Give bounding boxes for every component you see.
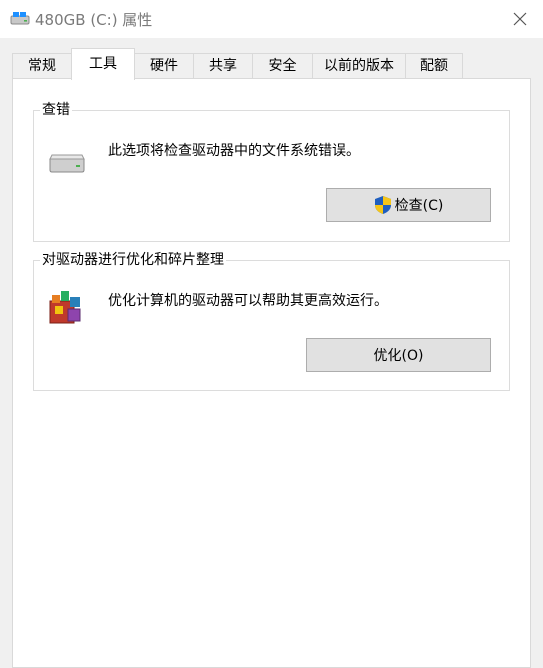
tab-tools[interactable]: 工具 — [71, 48, 135, 80]
close-button[interactable] — [497, 0, 543, 38]
optimize-button[interactable]: 优化(O) — [306, 338, 491, 372]
window-title: 480GB (C:) 属性 — [35, 11, 153, 29]
uac-shield-icon — [374, 196, 391, 214]
optimize-group: 对驱动器进行优化和碎片整理 优化计算机的驱动器可以帮助其更高效运行。 优化(O) — [33, 251, 510, 391]
group-title-error-check: 查错 — [40, 101, 72, 119]
error-check-description: 此选项将检查驱动器中的文件系统错误。 — [108, 143, 360, 159]
tab-general[interactable]: 常规 — [12, 53, 72, 79]
group-title-optimize: 对驱动器进行优化和碎片整理 — [40, 251, 226, 269]
tab-hardware[interactable]: 硬件 — [134, 53, 194, 79]
tab-security[interactable]: 安全 — [252, 53, 313, 79]
error-check-group: 查错 此选项将检查驱动器中的文件系统错误。 检查(C) — [33, 101, 510, 242]
close-icon — [513, 12, 527, 26]
tab-sharing[interactable]: 共享 — [193, 53, 253, 79]
title-bar: 480GB (C:) 属性 — [0, 0, 543, 38]
tab-quota[interactable]: 配额 — [405, 53, 463, 79]
tab-previous-versions[interactable]: 以前的版本 — [312, 53, 406, 79]
tab-panel-tools: 查错 此选项将检查驱动器中的文件系统错误。 检查(C) 对驱动器进行优化和碎片整… — [12, 78, 531, 668]
optimize-description: 优化计算机的驱动器可以帮助其更高效运行。 — [108, 293, 388, 309]
optimize-button-label: 优化(O) — [373, 348, 424, 364]
defrag-icon — [49, 291, 81, 324]
tab-bar: 常规 工具 硬件 共享 安全 以前的版本 配额 — [12, 48, 532, 80]
drive-icon — [49, 154, 85, 173]
drive-icon — [10, 12, 30, 25]
check-button[interactable]: 检查(C) — [326, 188, 491, 222]
check-button-label: 检查(C) — [394, 198, 444, 214]
